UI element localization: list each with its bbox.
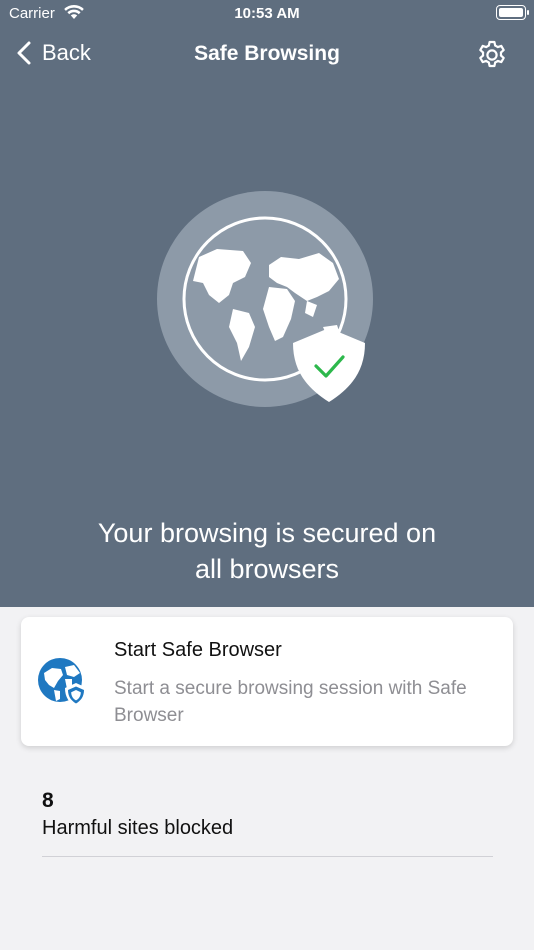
card-title: Start Safe Browser — [114, 639, 282, 661]
blocked-sites-stat: 8 Harmful sites blocked — [42, 788, 493, 841]
divider — [42, 856, 493, 857]
card-subtitle: Start a secure browsing session with Saf… — [114, 678, 467, 726]
hero-banner: Carrier 10:53 AM Back Safe Browsing Your… — [0, 0, 534, 607]
status-message-line2: all browsers — [194, 554, 340, 584]
status-message-line1: Your browsing is secured on — [97, 518, 437, 548]
globe-shield-icon — [157, 191, 373, 407]
status-bar: Carrier 10:53 AM — [0, 0, 534, 28]
safe-browser-icon — [38, 658, 87, 707]
battery-icon — [496, 5, 529, 20]
blocked-label: Harmful sites blocked — [42, 817, 234, 839]
gear-icon[interactable] — [476, 39, 508, 71]
navigation-bar: Back Safe Browsing — [0, 28, 534, 80]
security-status-message: Your browsing is secured on all browsers — [0, 515, 534, 587]
blocked-count: 8 — [42, 789, 54, 812]
page-title: Safe Browsing — [194, 42, 340, 65]
start-safe-browser-card[interactable]: Start Safe Browser Start a secure browsi… — [21, 617, 513, 746]
status-time: 10:53 AM — [234, 5, 300, 22]
